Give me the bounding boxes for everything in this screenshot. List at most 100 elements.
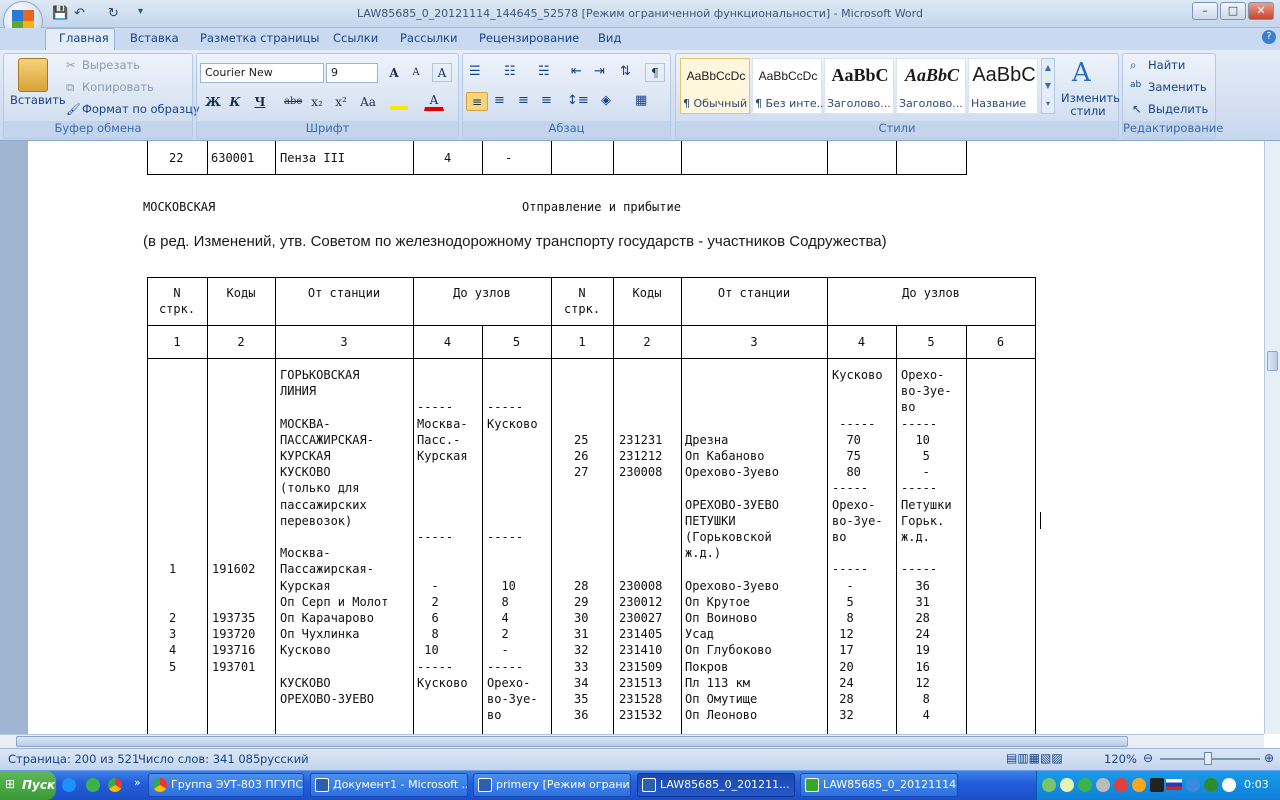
tray-app-icon[interactable] bbox=[1060, 778, 1074, 792]
superscript-button[interactable]: x² bbox=[331, 92, 351, 111]
highlight-icon[interactable] bbox=[390, 94, 408, 110]
zoom-level[interactable]: 120% bbox=[1104, 752, 1137, 766]
numbering-icon[interactable]: ☷ bbox=[504, 64, 516, 79]
borders-icon[interactable]: ▦ bbox=[635, 93, 647, 108]
shading-icon[interactable]: ◈ bbox=[601, 93, 611, 108]
sort-icon[interactable]: ⇅ bbox=[620, 64, 631, 79]
word-count[interactable]: Число слов: 341 085 bbox=[138, 752, 260, 766]
header-to-2: До узлов bbox=[902, 286, 960, 300]
vertical-scrollbar[interactable] bbox=[1264, 141, 1280, 734]
underline-button[interactable]: Ч bbox=[250, 92, 270, 111]
justify-icon[interactable]: ≡ bbox=[541, 93, 552, 108]
tray-volume-icon[interactable] bbox=[1222, 778, 1236, 792]
change-styles-icon[interactable]: A bbox=[1072, 58, 1091, 88]
language[interactable]: русский bbox=[260, 752, 309, 766]
format-painter-button[interactable]: Формат по образцу bbox=[82, 102, 200, 116]
paste-button[interactable]: Вставить bbox=[10, 93, 66, 107]
help-icon[interactable]: ? bbox=[1262, 30, 1276, 44]
utorrent-icon[interactable] bbox=[86, 778, 100, 792]
view-buttons-icon[interactable]: ▤▥▦▧▨ bbox=[1006, 751, 1063, 765]
tray-network-icon[interactable] bbox=[1042, 778, 1056, 792]
task-law-other[interactable]: LAW85685_0_20121114... bbox=[800, 773, 958, 797]
font-size-combo[interactable]: 9 bbox=[326, 63, 378, 83]
style-heading1[interactable]: AaBbC Заголово... bbox=[824, 58, 894, 114]
align-left-icon[interactable]: ≡ bbox=[466, 92, 488, 111]
increase-indent-icon[interactable]: ⇥ bbox=[594, 64, 605, 79]
style-heading2[interactable]: AaBbC Заголово... bbox=[896, 58, 966, 114]
decrease-indent-icon[interactable]: ⇤ bbox=[571, 64, 582, 79]
cut-button[interactable]: Вырезать bbox=[82, 58, 140, 72]
task-word-primery[interactable]: primery [Режим огранич... bbox=[473, 773, 631, 797]
qat-more-icon[interactable]: ▾ bbox=[138, 6, 143, 17]
font-color-icon[interactable]: A bbox=[424, 90, 444, 111]
tray-info-icon[interactable] bbox=[1204, 778, 1218, 792]
zoom-slider-thumb[interactable] bbox=[1204, 752, 1212, 765]
tab-mailings[interactable]: Рассылки bbox=[400, 31, 457, 45]
style-no-spacing[interactable]: AaBbCcDc ¶ Без инте... bbox=[752, 58, 823, 114]
tray-lang-flag-icon[interactable] bbox=[1166, 779, 1182, 790]
close-button[interactable]: ✕ bbox=[1248, 2, 1274, 20]
copy-button[interactable]: Копировать bbox=[82, 80, 154, 94]
prev-table: 22 630001 Пенза III 4 - bbox=[147, 141, 967, 175]
change-styles-button[interactable]: Изменить стили bbox=[1061, 92, 1120, 118]
stations-table: N стрк. Коды От станции До узлов N стрк.… bbox=[147, 277, 1036, 734]
colnum-5: 5 bbox=[512, 335, 521, 349]
tab-view[interactable]: Вид bbox=[598, 31, 621, 45]
undo-icon[interactable]: ↶ bbox=[74, 6, 85, 21]
tab-page-layout[interactable]: Разметка страницы bbox=[200, 31, 319, 45]
select-button[interactable]: Выделить bbox=[1148, 102, 1208, 116]
tab-insert[interactable]: Вставка bbox=[130, 31, 179, 45]
colnum-7: 2 bbox=[643, 335, 651, 349]
show-marks-button[interactable]: ¶ bbox=[645, 63, 665, 82]
task-chrome[interactable]: Группа ЭУТ-803 ПГУПС... bbox=[148, 773, 304, 797]
page-count[interactable]: Страница: 200 из 521 bbox=[8, 752, 139, 766]
redo-icon[interactable]: ↻ bbox=[108, 6, 119, 21]
save-icon[interactable]: 💾 bbox=[52, 6, 68, 21]
chrome-icon[interactable] bbox=[108, 778, 122, 792]
colnum-4: 4 bbox=[443, 335, 452, 349]
change-case-button[interactable]: Aa bbox=[356, 92, 380, 111]
word-task-icon-3 bbox=[642, 778, 656, 792]
grow-font-button[interactable]: A bbox=[384, 63, 404, 82]
strikethrough-button[interactable]: abe bbox=[283, 92, 303, 111]
paste-icon[interactable] bbox=[18, 58, 48, 92]
tray-norton-icon[interactable] bbox=[1132, 778, 1146, 792]
horizontal-scroll-thumb[interactable] bbox=[16, 736, 1128, 747]
align-center-icon[interactable]: ≡ bbox=[494, 93, 505, 108]
style-title[interactable]: AaBbC Название bbox=[968, 58, 1038, 114]
styles-scroll[interactable]: ▲ ▼ ▾ bbox=[1041, 58, 1055, 114]
replace-button[interactable]: Заменить bbox=[1148, 80, 1207, 94]
maximize-button[interactable]: □ bbox=[1220, 2, 1246, 20]
tray-utorrent-icon[interactable] bbox=[1078, 778, 1092, 792]
zoom-out-icon[interactable]: ⊖ bbox=[1143, 751, 1153, 765]
quicklaunch-more-icon[interactable]: » bbox=[134, 776, 141, 789]
clear-format-icon[interactable]: A bbox=[432, 63, 452, 82]
line-spacing-icon[interactable]: ↕≡ bbox=[567, 93, 589, 108]
tray-bluetooth-icon[interactable] bbox=[1186, 778, 1200, 792]
task-word-law-active[interactable]: LAW85685_0_201211... bbox=[637, 773, 795, 797]
zoom-in-icon[interactable]: ⊕ bbox=[1264, 751, 1274, 765]
tray-clock-app-icon[interactable] bbox=[1096, 778, 1110, 792]
style-normal[interactable]: AaBbCcDc ¶ Обычный bbox=[680, 58, 750, 114]
tab-home[interactable]: Главная bbox=[59, 31, 109, 45]
horizontal-scrollbar[interactable] bbox=[0, 734, 1264, 748]
tab-references[interactable]: Ссылки bbox=[333, 31, 378, 45]
find-button[interactable]: Найти bbox=[1148, 58, 1185, 72]
text-cursor bbox=[1040, 512, 1041, 529]
multilevel-list-icon[interactable]: ☵ bbox=[538, 64, 550, 79]
vertical-scroll-thumb[interactable] bbox=[1267, 351, 1278, 371]
align-right-icon[interactable]: ≡ bbox=[518, 93, 529, 108]
tray-antivirus-icon[interactable] bbox=[1114, 778, 1128, 792]
font-name-combo[interactable]: Courier New bbox=[200, 63, 324, 83]
italic-button[interactable]: К bbox=[225, 92, 245, 111]
task-word-doc1[interactable]: Документ1 - Microsoft ... bbox=[310, 773, 468, 797]
skype-icon[interactable] bbox=[62, 778, 76, 792]
subscript-button[interactable]: x₂ bbox=[307, 92, 327, 111]
minimize-button[interactable]: – bbox=[1192, 2, 1218, 20]
shrink-font-button[interactable]: A bbox=[406, 63, 426, 82]
bold-button[interactable]: Ж bbox=[203, 92, 223, 111]
styles-group-label: Стили bbox=[676, 121, 1118, 138]
bullets-icon[interactable]: ☰ bbox=[469, 64, 481, 79]
tray-monitor-icon[interactable] bbox=[1150, 778, 1164, 792]
tab-review[interactable]: Рецензирование bbox=[479, 31, 579, 45]
